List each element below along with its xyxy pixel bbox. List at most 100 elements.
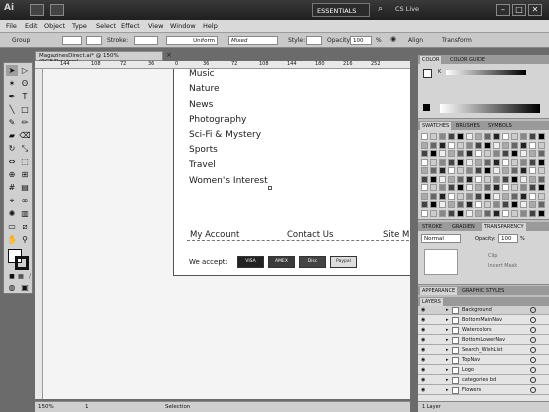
target-icon[interactable]: [530, 387, 536, 393]
tab-stroke[interactable]: STROKE: [420, 223, 444, 231]
nav-item-photography[interactable]: Photography: [189, 115, 246, 125]
arrange-documents-icon[interactable]: [50, 4, 64, 16]
stroke-swatch[interactable]: [86, 36, 102, 45]
tab-gradient[interactable]: GRADIEN: [450, 223, 477, 231]
align-button[interactable]: Align: [408, 37, 423, 44]
swatch-chip[interactable]: [457, 167, 464, 174]
nav-item-nature[interactable]: Nature: [189, 84, 220, 94]
swatch-chip[interactable]: [430, 201, 437, 208]
tab-swatches[interactable]: SWATCHES: [420, 122, 452, 130]
swatch-chip[interactable]: [439, 167, 446, 174]
swatch-chip[interactable]: [475, 175, 482, 183]
zoom-level[interactable]: 150%: [38, 404, 54, 410]
type-tool-icon[interactable]: T: [19, 91, 31, 102]
swatch-chip[interactable]: [430, 184, 437, 191]
symbol-sprayer-icon[interactable]: ✺: [6, 208, 18, 219]
swatch-chip[interactable]: [529, 150, 536, 157]
swatch-chip[interactable]: [520, 158, 527, 166]
scale-icon[interactable]: ⤡: [19, 143, 31, 154]
expand-triangle-icon[interactable]: ▸: [446, 337, 449, 343]
swatch-chip[interactable]: [529, 133, 536, 140]
swatch-chip[interactable]: [502, 209, 509, 217]
visibility-eye-icon[interactable]: ◉: [421, 377, 425, 383]
swatch-chip[interactable]: [439, 141, 446, 149]
paintbrush-icon[interactable]: ✎: [6, 117, 18, 128]
menu-effect[interactable]: Effect: [121, 22, 140, 30]
visibility-eye-icon[interactable]: ◉: [421, 357, 425, 363]
swatch-chip[interactable]: [538, 133, 545, 140]
expand-triangle-icon[interactable]: ▸: [446, 327, 449, 333]
swatch-chip[interactable]: [484, 150, 491, 157]
rotate-icon[interactable]: ↻: [6, 143, 18, 154]
swatch-chip[interactable]: [493, 201, 500, 208]
swatch-chip[interactable]: [538, 192, 545, 200]
swatch-chip[interactable]: [511, 150, 518, 157]
swatch-chip[interactable]: [520, 184, 527, 191]
mesh-icon[interactable]: #: [6, 182, 18, 193]
swatch-chip[interactable]: [493, 167, 500, 174]
stroke-weight-field[interactable]: [134, 36, 158, 45]
document-close-icon[interactable]: ×: [166, 51, 172, 59]
swatch-chip[interactable]: [430, 158, 437, 166]
swatch-chip[interactable]: [520, 150, 527, 157]
stroke-profile-dropdown[interactable]: Uniform: [166, 36, 218, 45]
swatch-chip[interactable]: [457, 209, 464, 217]
swatch-chip[interactable]: [502, 141, 509, 149]
blob-brush-icon[interactable]: ▰: [6, 130, 18, 141]
layer-row-top[interactable]: ◉ ▸ Background: [418, 306, 549, 315]
swatch-chip[interactable]: [439, 201, 446, 208]
swatch-chip[interactable]: [520, 141, 527, 149]
nav-item-news[interactable]: News: [189, 100, 213, 110]
swatch-chip[interactable]: [448, 133, 455, 140]
layer-row[interactable]: ◉ ▸ Search_WishList: [418, 346, 549, 355]
swatch-chip[interactable]: [430, 175, 437, 183]
nav-item-music[interactable]: Music: [189, 69, 215, 79]
swatch-chip[interactable]: [511, 192, 518, 200]
expand-triangle-icon[interactable]: ▸: [446, 317, 449, 323]
swatch-chip[interactable]: [448, 167, 455, 174]
swatch-chip[interactable]: [448, 158, 455, 166]
swatch-chip[interactable]: [457, 133, 464, 140]
swatch-chip[interactable]: [439, 175, 446, 183]
opacity-field[interactable]: 100: [350, 36, 372, 45]
target-icon[interactable]: [530, 367, 536, 373]
swatch-chip[interactable]: [538, 141, 545, 149]
perspective-grid-icon[interactable]: ⊞: [19, 169, 31, 180]
visibility-eye-icon[interactable]: ◉: [421, 307, 425, 313]
swatch-chip[interactable]: [529, 141, 536, 149]
close-button[interactable]: ✕: [528, 4, 542, 16]
swatch-chip[interactable]: [475, 192, 482, 200]
swatch-chip[interactable]: [529, 158, 536, 166]
graph-tool-icon[interactable]: ▥: [19, 208, 31, 219]
tab-color[interactable]: COLOR: [420, 56, 442, 64]
footer-link-contact-us[interactable]: Contact Us: [287, 230, 333, 240]
swatch-chip[interactable]: [520, 167, 527, 174]
nav-item-scifi[interactable]: Sci-Fi & Mystery: [189, 130, 261, 140]
swatch-chip[interactable]: [484, 158, 491, 166]
expand-triangle-icon[interactable]: ▸: [446, 357, 449, 363]
minimize-button[interactable]: –: [496, 4, 510, 16]
swatch-chip[interactable]: [475, 167, 482, 174]
blend-icon[interactable]: ∞: [19, 195, 31, 206]
swatch-chip[interactable]: [484, 184, 491, 191]
swatch-chip[interactable]: [493, 175, 500, 183]
layer-row[interactable]: ◉ ▸ categories bd: [418, 376, 549, 385]
swatch-chip[interactable]: [529, 201, 536, 208]
swatch-chip[interactable]: [448, 201, 455, 208]
swatch-chip[interactable]: [493, 192, 500, 200]
swatch-chip[interactable]: [421, 209, 428, 217]
invert-mask-checkbox[interactable]: Invert Mask: [488, 263, 517, 269]
artboard-navigator[interactable]: 1: [85, 404, 89, 410]
swatch-chip[interactable]: [493, 133, 500, 140]
swatch-chip[interactable]: [538, 150, 545, 157]
shape-builder-icon[interactable]: ⊕: [6, 169, 18, 180]
menu-help[interactable]: Help: [203, 22, 218, 30]
swatch-chip[interactable]: [520, 133, 527, 140]
clip-checkbox[interactable]: Clip: [488, 253, 497, 259]
swatch-chip[interactable]: [457, 184, 464, 191]
swatch-chip[interactable]: [439, 150, 446, 157]
swatch-chip[interactable]: [421, 192, 428, 200]
swatch-chip[interactable]: [511, 141, 518, 149]
swatch-chip[interactable]: [430, 209, 437, 217]
expand-triangle-icon[interactable]: ▸: [446, 347, 449, 353]
